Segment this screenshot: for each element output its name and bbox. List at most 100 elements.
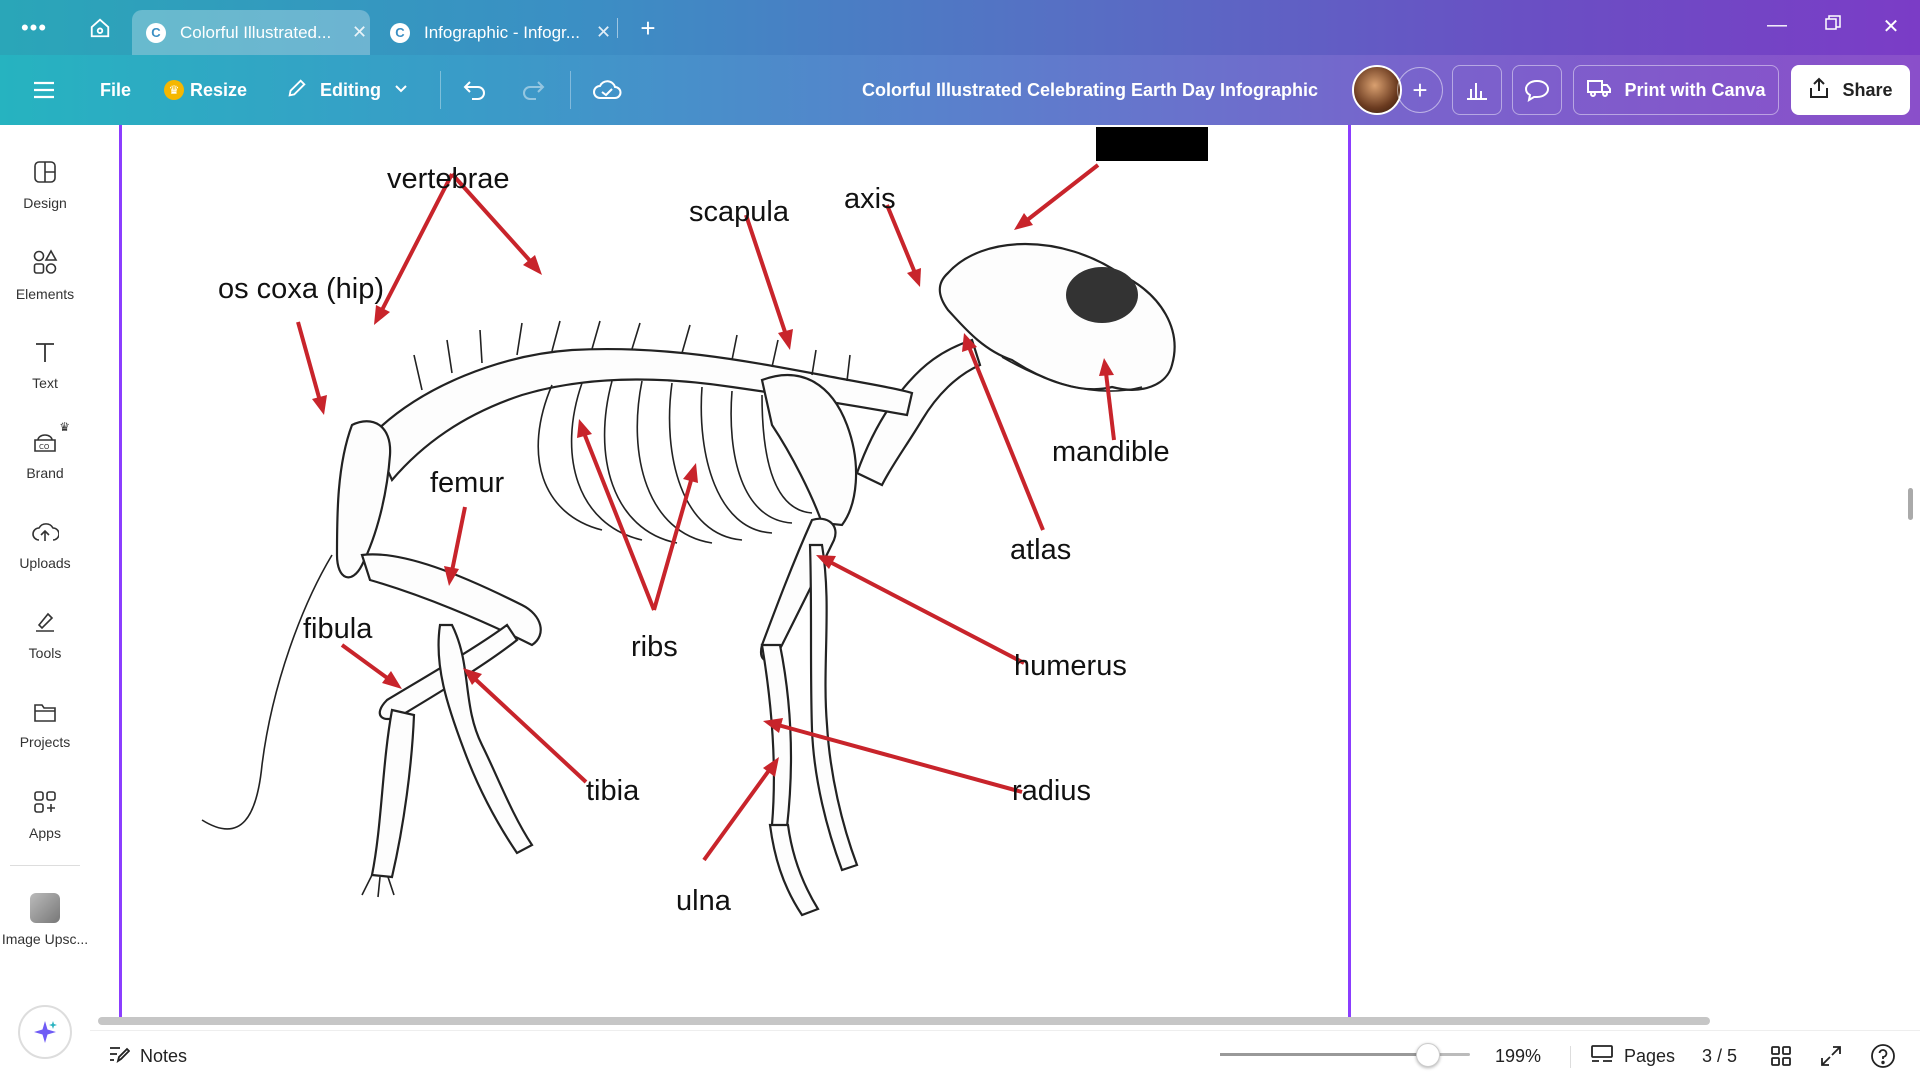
redo-icon[interactable] (520, 55, 546, 125)
redaction-box (1096, 127, 1208, 161)
tab-label: Colorful Illustrated... (180, 22, 332, 42)
editor-toolbar: File ♛ Resize Editing Colorful Illustrat… (0, 55, 1920, 125)
menu-icon[interactable] (32, 55, 56, 125)
sidebar-item-label: Apps (29, 824, 61, 841)
cervical-vertebrae-shape (855, 338, 982, 487)
far-front-leg-shape (808, 543, 859, 872)
close-window-icon[interactable]: ✕ (1876, 14, 1906, 39)
insights-chart-icon[interactable] (1452, 65, 1502, 115)
notes-button[interactable]: Notes (108, 1031, 187, 1081)
sidebar-item-label: Design (23, 194, 67, 211)
canva-favicon-icon: C (146, 22, 166, 43)
undo-icon[interactable] (462, 55, 488, 125)
cloud-saved-icon[interactable] (592, 55, 622, 125)
elements-icon (32, 248, 58, 278)
label-mandible: mandible (1052, 436, 1170, 468)
vertical-scrollbar[interactable] (1908, 488, 1913, 520)
bottom-divider (1570, 1046, 1571, 1068)
truck-icon (1586, 78, 1612, 103)
resize-label: Resize (190, 79, 248, 100)
design-page[interactable]: vertebrae scapula axis os coxa (hip) man… (119, 125, 1351, 1025)
document-title[interactable]: Colorful Illustrated Celebrating Earth D… (780, 55, 1400, 125)
label-tibia: tibia (586, 775, 640, 807)
bottom-bar: Notes 199% Pages 3 / 5 (90, 1030, 1920, 1080)
notes-label: Notes (140, 1045, 188, 1066)
sidebar-item-label: Uploads (19, 554, 71, 571)
pages-icon (1590, 1044, 1614, 1069)
cat-skeleton-diagram[interactable]: vertebrae scapula axis os coxa (hip) man… (122, 125, 1351, 1025)
left-sidebar: Design Elements Text CO ♛ Brand Uploads T… (0, 125, 90, 1080)
close-tab-icon[interactable]: ✕ (352, 22, 367, 43)
sidebar-item-design[interactable]: Design (0, 145, 90, 225)
minimize-icon[interactable]: — (1762, 14, 1792, 37)
help-icon[interactable] (1870, 1031, 1896, 1081)
chevron-down-icon (393, 80, 409, 101)
more-options-icon[interactable]: ••• (20, 14, 48, 42)
sidebar-item-tools[interactable]: Tools (0, 595, 90, 675)
notes-icon (108, 1044, 131, 1069)
sidebar-item-label: Elements (15, 285, 75, 302)
new-tab-icon[interactable]: + (634, 13, 662, 43)
tail-shape (201, 554, 333, 830)
label-femur: femur (430, 467, 504, 499)
projects-icon (33, 701, 57, 726)
editing-mode-dropdown[interactable]: Editing (286, 55, 409, 125)
toolbar-divider (440, 71, 441, 109)
uploads-icon (31, 520, 60, 547)
image-upscaler-icon (30, 893, 60, 923)
sidebar-item-label: Brand (26, 464, 64, 481)
label-axis: axis (844, 183, 896, 215)
label-fibula: fibula (303, 613, 373, 645)
eye-socket-shape (1066, 267, 1138, 323)
tab-infographic[interactable]: C Infographic - Infogr... ✕ (376, 10, 614, 55)
avatar[interactable] (1352, 65, 1402, 115)
restore-icon[interactable] (1818, 14, 1848, 37)
pages-button[interactable]: Pages (1590, 1031, 1675, 1081)
fullscreen-icon[interactable] (1820, 1031, 1842, 1081)
sidebar-item-uploads[interactable]: Uploads (0, 505, 90, 585)
label-scapula: scapula (689, 196, 790, 228)
crown-icon: ♛ (164, 80, 184, 100)
share-upload-icon (1808, 76, 1830, 105)
resize-button[interactable]: ♛ Resize (164, 55, 247, 125)
add-collaborator-icon[interactable]: + (1397, 67, 1443, 113)
hind-paw-shape (361, 874, 395, 898)
apps-icon (33, 790, 57, 817)
tab-colorful-illustrated[interactable]: C Colorful Illustrated... ✕ (132, 10, 370, 55)
page-indicator[interactable]: 3 / 5 (1702, 1031, 1737, 1081)
sidebar-item-label: Projects (19, 733, 71, 750)
sidebar-item-elements[interactable]: Elements (0, 235, 90, 315)
editing-label: Editing (320, 79, 381, 100)
sidebar-divider (10, 865, 80, 866)
label-radius: radius (1012, 775, 1091, 807)
grid-view-icon[interactable] (1770, 1031, 1792, 1081)
tab-divider (617, 18, 618, 38)
tools-icon (33, 610, 57, 637)
svg-text:CO: CO (39, 443, 50, 451)
sidebar-item-label: Tools (28, 644, 62, 661)
sidebar-item-brand[interactable]: CO ♛ Brand (0, 415, 90, 495)
brand-icon: CO ♛ (32, 420, 70, 457)
sidebar-item-projects[interactable]: Projects (0, 685, 90, 765)
file-menu-button[interactable]: File (100, 55, 131, 125)
sidebar-item-image-upscaler[interactable]: Image Upsc... (0, 880, 90, 960)
sidebar-item-text[interactable]: Text (0, 325, 90, 405)
zoom-percentage[interactable]: 199% (1495, 1031, 1541, 1081)
comment-icon[interactable] (1512, 65, 1562, 115)
magic-assistant-button[interactable] (18, 1005, 72, 1059)
zoom-slider-handle[interactable] (1415, 1043, 1440, 1067)
close-tab-icon[interactable]: ✕ (596, 22, 611, 43)
home-icon[interactable] (86, 14, 114, 42)
sidebar-item-apps[interactable]: Apps (0, 775, 90, 855)
share-label: Share (1842, 79, 1893, 100)
pencil-icon (286, 77, 308, 104)
zoom-slider-fill (1220, 1053, 1428, 1056)
horizontal-scrollbar[interactable] (98, 1017, 1710, 1025)
label-atlas: atlas (1010, 534, 1071, 566)
front-paw-shape (768, 823, 820, 917)
share-button[interactable]: Share (1791, 65, 1910, 115)
design-icon (33, 160, 57, 187)
label-vertebrae: vertebrae (387, 163, 510, 195)
print-with-canva-button[interactable]: Print with Canva (1573, 65, 1779, 115)
pages-label: Pages (1624, 1045, 1676, 1066)
